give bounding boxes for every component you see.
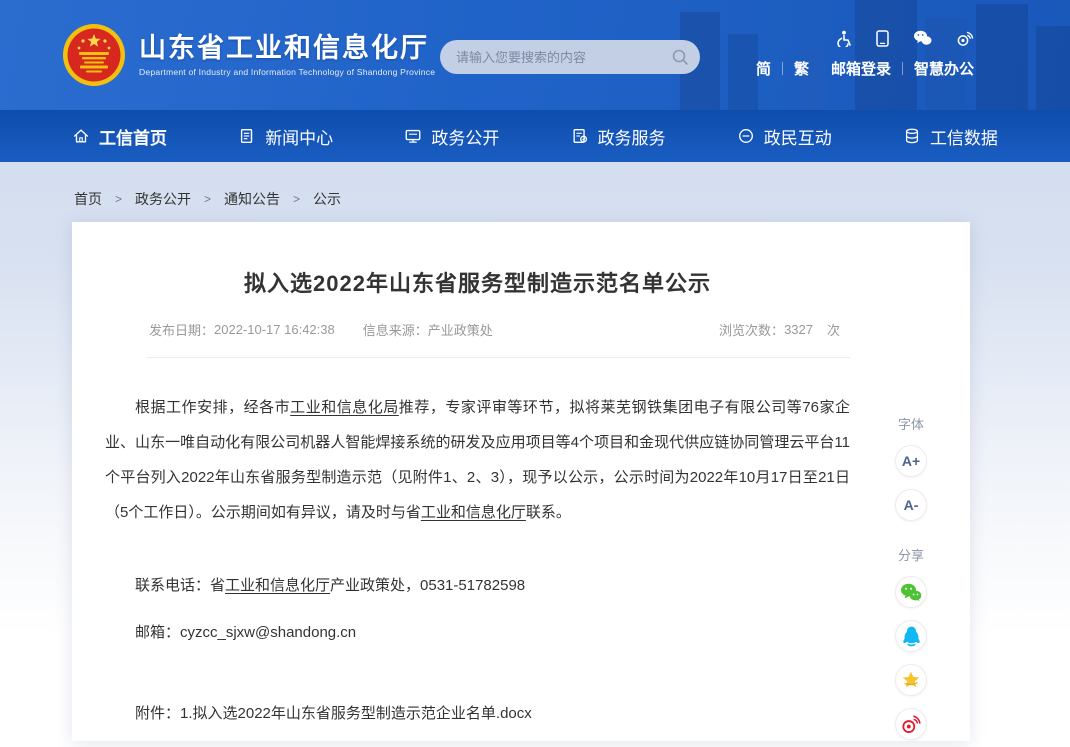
breadcrumb: 首页 > 政务公开 > 通知公告 > 公示 <box>0 162 1070 209</box>
email-line: 邮箱：cyzcc_sjxw@shandong.cn <box>105 621 850 642</box>
nav-item-gov-open[interactable]: 政务公开 <box>404 124 499 149</box>
accessibility-icon[interactable] <box>836 30 852 47</box>
nav-item-home[interactable]: 工信首页 <box>72 124 167 149</box>
service-icon <box>571 127 589 145</box>
breadcrumb-separator: > <box>293 192 300 206</box>
header-utility: 简 繁 邮箱登录 智慧办公 <box>756 30 974 79</box>
body-text: 根据工作安排，经各市 <box>135 399 290 416</box>
breadcrumb-separator: > <box>204 192 211 206</box>
search-input[interactable] <box>440 40 700 74</box>
nav-label: 政务公开 <box>431 124 499 149</box>
title-divider <box>147 357 850 358</box>
weibo-share-icon <box>900 714 922 734</box>
wechat-share-button[interactable] <box>895 576 927 608</box>
views-label: 浏览次数： <box>719 320 784 339</box>
font-decrease-button[interactable]: A- <box>895 489 927 521</box>
search-box <box>440 40 700 74</box>
font-size-label: 字体 <box>888 414 934 433</box>
views-unit: 次 <box>827 320 840 339</box>
breadcrumb-gov-open[interactable]: 政务公开 <box>135 189 191 209</box>
search-icon[interactable] <box>671 48 689 66</box>
dept-office-link[interactable]: 工业和信息化厅 <box>421 504 526 521</box>
nav-item-data[interactable]: 工信数据 <box>903 124 998 149</box>
qq-share-button[interactable] <box>895 620 927 652</box>
share-label: 分享 <box>888 545 934 564</box>
contact-line: 联系电话：省工业和信息化厅产业政策处，0531-51782598 <box>105 574 850 595</box>
monitor-icon <box>404 127 422 145</box>
qzone-share-button[interactable] <box>895 664 927 696</box>
nav-label: 新闻中心 <box>265 124 333 149</box>
body-text: 联系。 <box>526 504 571 521</box>
dept-office-link[interactable]: 工业和信息化厅 <box>225 577 330 594</box>
site-header: 山东省工业和信息化厅 Department of Industry and In… <box>0 0 1070 110</box>
body-paragraph: 根据工作安排，经各市工业和信息化局推荐，专家评审等环节，拟将莱芜钢铁集团电子有限… <box>105 390 850 530</box>
site-title: 山东省工业和信息化厅 <box>139 33 435 63</box>
site-title-english: Department of Industry and Information T… <box>139 67 435 77</box>
national-emblem-logo <box>62 23 126 87</box>
body-text: 推荐，专家评审等环节，拟将莱芜钢铁集团电子有限公司等76家企业、山东一唯自动化有… <box>105 399 850 521</box>
traditional-chinese-link[interactable]: 繁 <box>794 58 809 79</box>
font-increase-button[interactable]: A+ <box>895 445 927 477</box>
home-icon <box>72 127 90 145</box>
views-count: 3327 <box>784 322 813 337</box>
interact-icon <box>737 127 755 145</box>
smart-office-link[interactable]: 智慧办公 <box>914 58 974 79</box>
mail-login-link[interactable]: 邮箱登录 <box>831 58 891 79</box>
divider <box>902 62 903 75</box>
nav-item-interaction[interactable]: 政民互动 <box>737 124 832 149</box>
qq-share-icon <box>902 626 921 647</box>
publish-date-label: 发布日期： <box>149 320 214 339</box>
brand-text: 山东省工业和信息化厅 Department of Industry and In… <box>139 33 435 77</box>
breadcrumb-separator: > <box>115 192 122 206</box>
site-brand: 山东省工业和信息化厅 Department of Industry and In… <box>62 23 435 87</box>
nav-label: 工信数据 <box>930 124 998 149</box>
breadcrumb-current: 公示 <box>313 189 341 209</box>
publish-date-value: 2022-10-17 16:42:38 <box>214 322 335 337</box>
divider <box>782 62 783 75</box>
contact-text: 联系电话：省 <box>135 577 225 594</box>
nav-item-news[interactable]: 新闻中心 <box>238 124 333 149</box>
article: 拟入选2022年山东省服务型制造示范名单公示 发布日期： 2022-10-17 … <box>105 222 850 723</box>
utility-link-row: 简 繁 邮箱登录 智慧办公 <box>756 58 974 79</box>
utility-icon-row <box>756 30 974 47</box>
dept-bureau-link[interactable]: 工业和信息化局 <box>290 399 399 416</box>
wechat-share-icon <box>900 583 922 602</box>
main-nav: 工信首页 新闻中心 政务公开 政务服务 <box>0 110 1070 162</box>
database-icon <box>903 127 921 145</box>
wechat-icon[interactable] <box>913 30 932 46</box>
article-card: 拟入选2022年山东省服务型制造示范名单公示 发布日期： 2022-10-17 … <box>72 222 970 741</box>
article-meta: 发布日期： 2022-10-17 16:42:38 信息来源： 产业政策处 浏览… <box>149 320 840 339</box>
breadcrumb-home[interactable]: 首页 <box>74 189 102 209</box>
article-tools: 字体 A+ A- 分享 <box>888 414 934 740</box>
simplified-chinese-link[interactable]: 简 <box>756 58 771 79</box>
attachment-docx-link[interactable]: 1.拟入选2022年山东省服务型制造示范企业名单.docx <box>180 705 532 722</box>
mobile-icon[interactable] <box>876 30 889 47</box>
qzone-share-icon <box>900 669 922 691</box>
weibo-share-button[interactable] <box>895 708 927 740</box>
nav-label: 政务服务 <box>598 124 666 149</box>
breadcrumb-notices[interactable]: 通知公告 <box>224 189 280 209</box>
source-label: 信息来源： <box>363 320 428 339</box>
nav-item-gov-service[interactable]: 政务服务 <box>571 124 666 149</box>
attachment-line: 附件：1.拟入选2022年山东省服务型制造示范企业名单.docx <box>105 702 850 723</box>
nav-label: 工信首页 <box>99 124 167 149</box>
nav-label: 政民互动 <box>764 124 832 149</box>
weibo-icon[interactable] <box>956 30 974 46</box>
page-title: 拟入选2022年山东省服务型制造示范名单公示 <box>105 266 850 298</box>
source-value: 产业政策处 <box>428 320 493 339</box>
contact-text: 产业政策处，0531-51782598 <box>330 577 525 594</box>
news-icon <box>238 127 256 145</box>
attachment-label: 附件： <box>135 705 180 722</box>
